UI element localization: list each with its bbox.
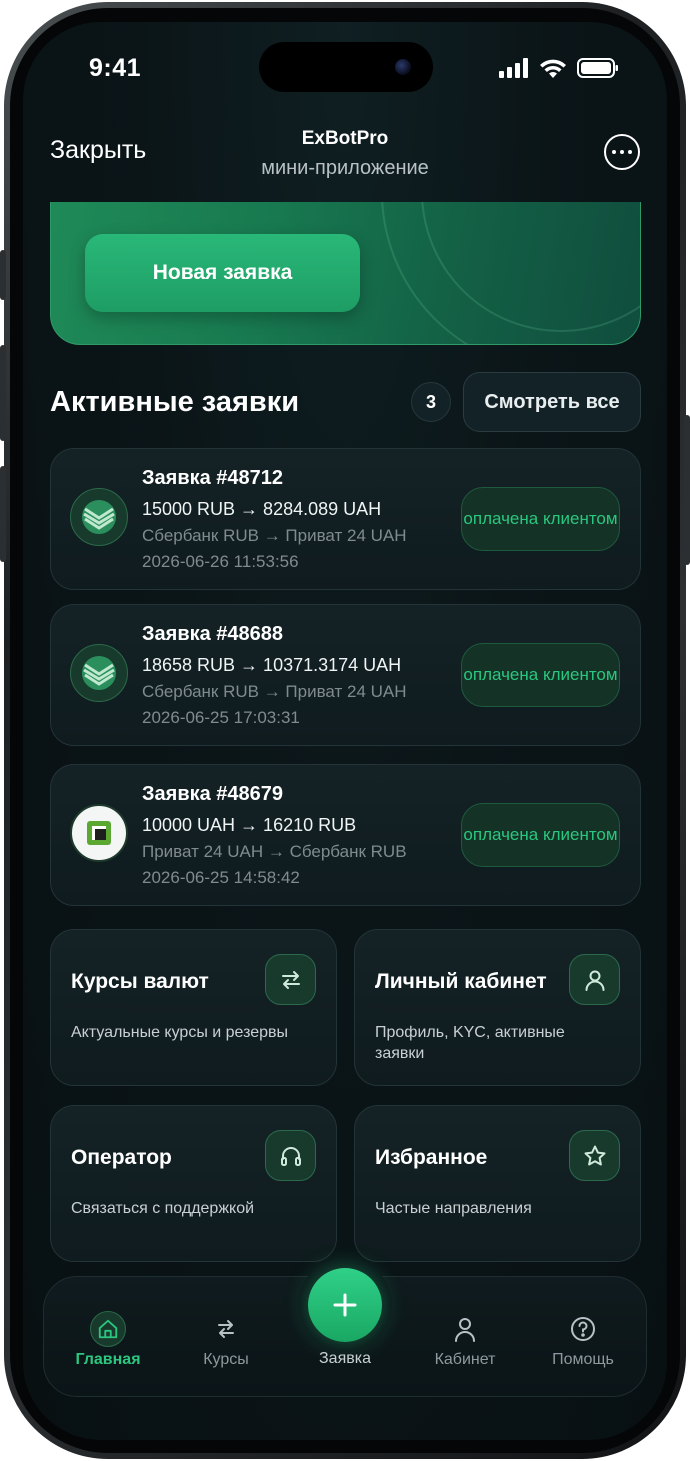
tile-title: Личный кабинет (375, 970, 547, 993)
status-badge: оплачена клиентом (461, 487, 620, 551)
tile-description: Частые направления (375, 1200, 532, 1217)
hero-banner: Новая заявка (50, 202, 641, 345)
exchange-icon (208, 1311, 244, 1347)
tab-label: Курсы (203, 1351, 249, 1368)
order-card[interactable]: Заявка #48712 15000 RUB → 8284.089 UAH С… (50, 448, 641, 590)
status-time: 9:41 (89, 54, 142, 82)
camera-icon (395, 59, 411, 75)
wifi-icon (540, 59, 566, 78)
order-route: Приват 24 UAH → Сбербанк RUB (142, 842, 407, 861)
status-icons (499, 58, 619, 78)
privat24-icon (70, 804, 128, 862)
tab-label: Заявка (319, 1350, 371, 1367)
power-button (684, 415, 690, 565)
section-title: Активные заявки (50, 386, 300, 418)
order-date: 2026-06-25 17:03:31 (142, 708, 300, 727)
tile-personal-account[interactable]: Личный кабинет Профиль, KYC, активные за… (354, 929, 641, 1086)
user-icon (447, 1311, 483, 1347)
exchange-icon (265, 954, 316, 1005)
tile-title: Курсы валют (71, 970, 209, 993)
orders-count-badge: 3 (411, 382, 451, 422)
cellular-signal-icon (499, 58, 528, 78)
headset-icon (265, 1130, 316, 1181)
tile-title: Избранное (375, 1146, 488, 1169)
tile-description: Профиль, KYC, активные заявки (375, 1024, 565, 1062)
tile-description: Актуальные курсы и резервы (71, 1024, 289, 1041)
home-icon (90, 1311, 126, 1347)
tab-label: Помощь (552, 1351, 614, 1368)
order-amount: 15000 RUB → 8284.089 UAH (142, 499, 382, 519)
tab-account[interactable]: Кабинет (405, 1277, 525, 1398)
new-order-button[interactable]: Новая заявка (85, 234, 360, 312)
status-badge: оплачена клиентом (461, 643, 620, 707)
order-id: Заявка #48712 (142, 467, 284, 489)
order-date: 2026-06-25 14:58:42 (142, 868, 300, 887)
star-icon (569, 1130, 620, 1181)
more-options-button[interactable] (604, 134, 640, 170)
order-card[interactable]: Заявка #48679 10000 UAH → 16210 RUB Прив… (50, 764, 641, 906)
tile-exchange-rates[interactable]: Курсы валют Актуальные курсы и резервы (50, 929, 337, 1086)
tab-rates[interactable]: Курсы (166, 1277, 286, 1398)
order-date: 2026-06-26 11:53:56 (142, 552, 299, 571)
order-amount: 10000 UAH → 16210 RUB (142, 815, 357, 835)
tab-label: Кабинет (434, 1351, 496, 1368)
view-all-button[interactable]: Смотреть все (463, 372, 641, 432)
tile-operator[interactable]: Оператор Связаться с поддержкой (50, 1105, 337, 1262)
status-badge: оплачена клиентом (461, 803, 620, 867)
app-subtitle: мини-приложение (261, 157, 429, 179)
order-route: Сбербанк RUB → Приват 24 UAH (142, 682, 407, 701)
plus-icon (333, 1293, 357, 1317)
sberbank-icon (70, 644, 128, 702)
action-button (0, 250, 6, 300)
volume-up-button (0, 345, 6, 441)
screen: 9:41 Закрыть ExBotPro мини-приложение Но… (23, 22, 667, 1440)
order-amount: 18658 RUB → 10371.3174 UAH (142, 655, 402, 675)
dot-icon (620, 150, 624, 154)
order-card[interactable]: Заявка #48688 18658 RUB → 10371.3174 UAH… (50, 604, 641, 746)
volume-down-button (0, 466, 6, 562)
tile-title: Оператор (71, 1146, 172, 1169)
dot-icon (628, 150, 632, 154)
app-title: ExBotPro (301, 128, 389, 149)
order-id: Заявка #48679 (142, 783, 284, 805)
tile-favorites[interactable]: Избранное Частые направления (354, 1105, 641, 1262)
tab-help[interactable]: Помощь (523, 1277, 643, 1398)
help-icon (565, 1311, 601, 1347)
tab-label: Главная (75, 1351, 141, 1368)
order-route: Сбербанк RUB → Приват 24 UAH (142, 526, 407, 545)
order-id: Заявка #48688 (142, 623, 284, 645)
dynamic-island (259, 42, 433, 92)
tile-description: Связаться с поддержкой (71, 1200, 255, 1217)
sberbank-icon (70, 488, 128, 546)
battery-icon (577, 58, 618, 78)
user-icon (569, 954, 620, 1005)
dot-icon (612, 150, 616, 154)
create-order-fab[interactable] (308, 1268, 382, 1342)
tab-home[interactable]: Главная (48, 1277, 168, 1398)
